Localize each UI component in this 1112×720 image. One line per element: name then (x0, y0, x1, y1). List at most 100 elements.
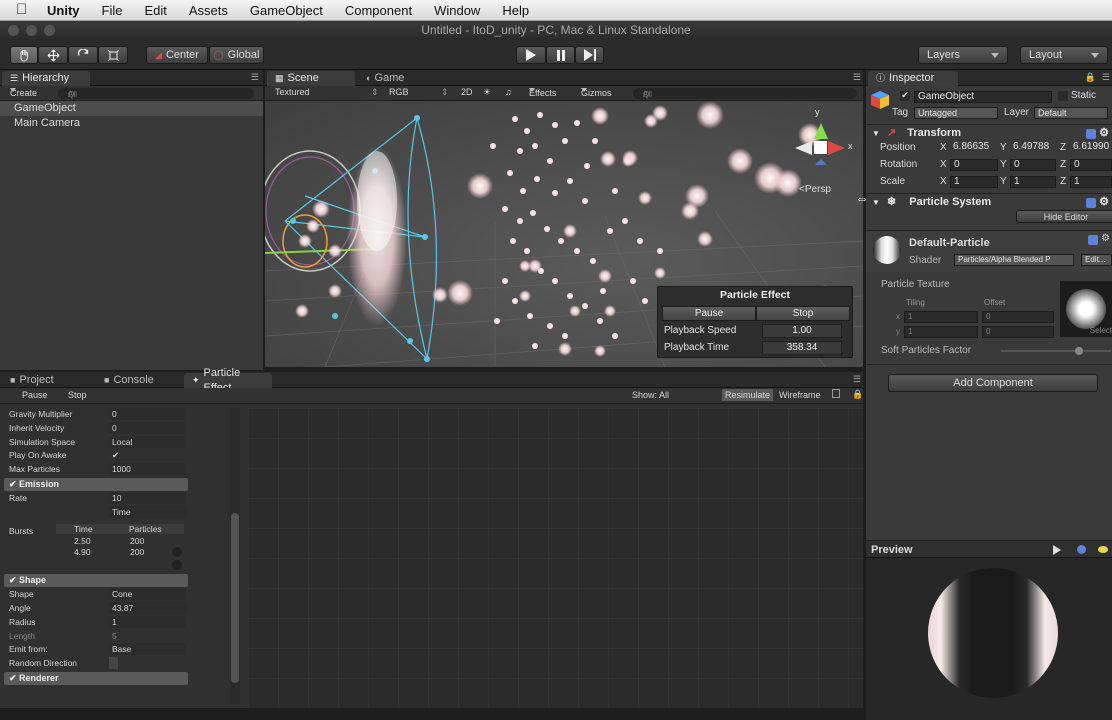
tab-game[interactable]: ◖ Game (357, 71, 427, 86)
panel-menu-icon[interactable]: ☰ (251, 72, 259, 83)
show-all-dropdown[interactable]: Show: All (632, 390, 669, 400)
tiling-y-field[interactable]: 1 (904, 326, 978, 338)
rate-mode-dropdown[interactable]: Time (109, 505, 186, 518)
gear-icon[interactable]: ⚙ (1099, 125, 1109, 142)
burst-particles-field[interactable]: 200 (130, 547, 144, 557)
lighting-sun-icon[interactable]: ☀ (483, 87, 491, 98)
menu-window[interactable]: Window (423, 3, 491, 18)
menu-edit[interactable]: Edit (133, 3, 177, 18)
preview-light-icon[interactable] (1098, 546, 1108, 553)
expand-icon[interactable] (832, 389, 840, 398)
menu-file[interactable]: File (91, 3, 134, 18)
panel-menu-icon[interactable]: ☰ (853, 374, 861, 385)
property-value[interactable]: Local (109, 435, 186, 448)
overlay-stop-button[interactable]: Stop (756, 306, 850, 321)
offset-x-field[interactable]: 0 (982, 311, 1054, 323)
position-x-field[interactable]: 6.86635 (950, 142, 1000, 154)
offset-y-field[interactable]: 0 (982, 326, 1054, 338)
help-book-icon[interactable] (1086, 198, 1096, 208)
audio-speaker-icon[interactable]: ♫ (505, 87, 512, 97)
object-name-field[interactable]: GameObject (914, 91, 1052, 103)
rotation-x-field[interactable]: 0 (950, 159, 998, 171)
layers-dropdown[interactable]: Layers (918, 46, 1008, 64)
hierarchy-item-main-camera[interactable]: Main Camera (0, 116, 263, 131)
scale-y-field[interactable]: 1 (1010, 176, 1056, 188)
shader-dropdown[interactable]: Particles/Alpha Blended P (954, 254, 1074, 266)
close-window-icon[interactable] (8, 25, 19, 36)
shape-dropdown[interactable]: Cone (109, 588, 186, 601)
menu-component[interactable]: Component (334, 3, 423, 18)
playback-speed-field[interactable]: 1.00 (762, 324, 842, 338)
checkbox[interactable]: ✔ (109, 449, 186, 461)
pause-button[interactable]: Pause (22, 390, 48, 400)
tag-dropdown[interactable]: Untagged (914, 107, 998, 119)
random-direction-checkbox[interactable] (109, 657, 118, 670)
burst-time-field[interactable]: 2.50 (74, 536, 91, 546)
curve-editor-area[interactable] (248, 408, 863, 708)
stop-button[interactable]: Stop (68, 390, 87, 400)
burst-particles-field[interactable]: 200 (130, 536, 144, 546)
scale-z-field[interactable]: 1 (1070, 176, 1112, 188)
material-preview-sphere[interactable] (928, 568, 1058, 698)
scale-x-field[interactable]: 1 (950, 176, 998, 188)
apple-icon[interactable]:  (16, 2, 30, 18)
transform-header[interactable]: ▼ ↗ Transform ⚙ (866, 124, 1112, 141)
property-value[interactable]: 0 (109, 408, 186, 420)
slider-thumb[interactable] (1075, 347, 1083, 355)
panel-menu-icon[interactable]: ☰ (853, 72, 861, 83)
texture-select-button[interactable]: Select (1090, 326, 1112, 335)
wireframe-toggle[interactable]: Wireframe (779, 390, 821, 400)
burst-time-field[interactable]: 4.90 (74, 547, 91, 557)
play-button[interactable] (516, 46, 546, 64)
panel-menu-icon[interactable]: ☰ (1102, 72, 1110, 83)
scale-tool-button[interactable] (98, 46, 128, 64)
add-burst-icon[interactable] (172, 560, 182, 571)
position-z-field[interactable]: 6.61990 (1070, 142, 1112, 154)
edit-shader-button[interactable]: Edit... (1081, 254, 1112, 266)
property-value[interactable]: 0 (109, 421, 186, 434)
active-checkbox[interactable]: ✔ (900, 91, 910, 101)
lock-icon[interactable]: 🔒 (1085, 72, 1096, 83)
tab-project[interactable]: ■ Project (2, 373, 92, 388)
tab-scene[interactable]: ▦ Scene (267, 71, 355, 86)
rate-field[interactable]: 10 (109, 491, 186, 504)
lock-icon[interactable]: 🔒 (852, 389, 863, 400)
play-preview-icon[interactable] (1053, 545, 1061, 555)
hand-tool-button[interactable] (10, 46, 38, 64)
overlay-pause-button[interactable]: Pause (662, 306, 756, 321)
toggle-2d-button[interactable]: 2D (461, 87, 473, 97)
property-value[interactable]: 1000 (109, 463, 186, 476)
layout-dropdown[interactable]: Layout (1020, 46, 1108, 64)
rotate-tool-button[interactable] (68, 46, 98, 64)
menu-gameobject[interactable]: GameObject (239, 3, 334, 18)
help-book-icon[interactable] (1086, 129, 1096, 139)
section-shape[interactable]: ✔ Shape (4, 574, 188, 588)
tab-particle-effect[interactable]: ✦Particle Effect (184, 367, 272, 394)
emit-from-dropdown[interactable]: Base (109, 643, 186, 656)
soft-particles-slider[interactable] (1001, 347, 1111, 355)
hierarchy-item-gameobject[interactable]: GameObject (0, 101, 263, 116)
color-mode-dropdown[interactable]: RGB (389, 87, 409, 97)
move-tool-button[interactable] (38, 46, 68, 64)
gear-icon[interactable]: ⚙ (1099, 194, 1109, 211)
add-component-button[interactable]: Add Component (888, 374, 1098, 392)
radius-field[interactable]: 1 (109, 615, 186, 628)
menu-assets[interactable]: Assets (178, 3, 239, 18)
gear-icon[interactable]: ⚙ (1101, 233, 1110, 244)
render-mode-dropdown[interactable]: Textured (275, 87, 310, 97)
hide-editor-button[interactable]: Hide Editor (1016, 210, 1112, 223)
angle-field[interactable]: 43.87 (109, 601, 186, 614)
tiling-x-field[interactable]: 1 (904, 311, 978, 323)
pivot-center-button[interactable]: ◢ Center (146, 46, 208, 64)
property-scrollbar[interactable] (230, 408, 240, 704)
pivot-global-button[interactable]: ◯ Global (209, 46, 264, 64)
menu-app[interactable]: Unity (36, 3, 91, 18)
scrollbar-thumb[interactable] (231, 513, 239, 683)
resimulate-toggle[interactable]: Resimulate (722, 389, 774, 401)
persp-label[interactable]: <Persp (799, 184, 831, 195)
texture-slot[interactable]: Select (1060, 281, 1112, 337)
section-emission[interactable]: ✔ Emission (4, 477, 188, 491)
static-checkbox[interactable] (1058, 91, 1068, 101)
tab-hierarchy[interactable]: ☰ Hierarchy (2, 71, 90, 86)
minimize-window-icon[interactable] (26, 25, 37, 36)
